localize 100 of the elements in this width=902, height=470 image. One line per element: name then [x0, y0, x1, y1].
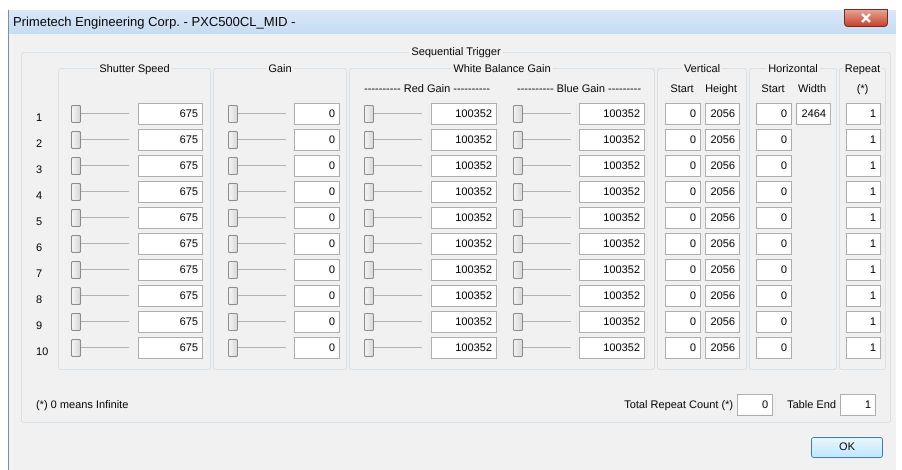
input-field[interactable]: 0 [756, 103, 792, 125]
input-field[interactable]: 0 [294, 181, 340, 203]
close-button[interactable] [844, 9, 888, 27]
input-field[interactable]: 100352 [431, 337, 497, 359]
input-field[interactable]: 675 [138, 181, 203, 203]
slider-track[interactable] [71, 311, 129, 333]
slider-thumb[interactable] [228, 105, 238, 123]
input-field[interactable]: 1 [846, 207, 881, 229]
slider-track[interactable] [513, 259, 571, 281]
slider-thumb[interactable] [513, 183, 523, 201]
slider-thumb[interactable] [513, 287, 523, 305]
slider-thumb[interactable] [513, 131, 523, 149]
input-field[interactable]: 1 [846, 337, 881, 359]
input-field[interactable]: 100352 [579, 233, 645, 255]
slider-track[interactable] [513, 103, 571, 125]
input-field[interactable]: 0 [294, 311, 340, 333]
slider-thumb[interactable] [71, 157, 81, 175]
input-field[interactable]: 0 [665, 259, 701, 281]
slider-track[interactable] [71, 129, 129, 151]
slider-track[interactable] [364, 103, 422, 125]
slider-track[interactable] [71, 181, 129, 203]
slider-thumb[interactable] [71, 105, 81, 123]
input-field[interactable]: 0 [756, 285, 792, 307]
input-field[interactable]: 100352 [579, 259, 645, 281]
input-field[interactable]: 675 [138, 259, 203, 281]
input-field[interactable]: 1 [846, 285, 881, 307]
input-field[interactable]: 2056 [705, 285, 740, 307]
input-field[interactable]: 1 [846, 233, 881, 255]
input-field[interactable]: 100352 [431, 181, 497, 203]
slider-track[interactable] [228, 207, 286, 229]
input-field[interactable]: 0 [294, 285, 340, 307]
slider-track[interactable] [364, 207, 422, 229]
input-field[interactable]: 0 [294, 103, 340, 125]
slider-thumb[interactable] [513, 209, 523, 227]
slider-track[interactable] [364, 311, 422, 333]
input-field[interactable]: 675 [138, 337, 203, 359]
input-field[interactable]: 100352 [431, 207, 497, 229]
slider-thumb[interactable] [228, 183, 238, 201]
slider-thumb[interactable] [228, 261, 238, 279]
input-field[interactable]: 0 [737, 394, 774, 416]
slider-thumb[interactable] [71, 131, 81, 149]
slider-thumb[interactable] [364, 131, 374, 149]
slider-thumb[interactable] [228, 313, 238, 331]
slider-thumb[interactable] [228, 235, 238, 253]
input-field[interactable]: 675 [138, 311, 203, 333]
slider-track[interactable] [513, 181, 571, 203]
slider-thumb[interactable] [71, 313, 81, 331]
input-field[interactable]: 2056 [705, 337, 740, 359]
slider-thumb[interactable] [364, 261, 374, 279]
input-field[interactable]: 100352 [579, 129, 645, 151]
input-field[interactable]: 0 [665, 311, 701, 333]
slider-thumb[interactable] [71, 339, 81, 357]
slider-track[interactable] [71, 259, 129, 281]
slider-track[interactable] [228, 103, 286, 125]
slider-thumb[interactable] [71, 209, 81, 227]
input-field[interactable]: 0 [756, 259, 792, 281]
slider-thumb[interactable] [364, 287, 374, 305]
input-field[interactable]: 0 [294, 129, 340, 151]
slider-track[interactable] [364, 259, 422, 281]
input-field[interactable]: 100352 [579, 103, 645, 125]
input-field[interactable]: 0 [665, 181, 701, 203]
slider-thumb[interactable] [364, 339, 374, 357]
slider-track[interactable] [71, 285, 129, 307]
slider-thumb[interactable] [228, 287, 238, 305]
input-field[interactable]: 0 [756, 337, 792, 359]
slider-track[interactable] [513, 155, 571, 177]
input-field[interactable]: 0 [665, 337, 701, 359]
slider-thumb[interactable] [228, 131, 238, 149]
input-field[interactable]: 675 [138, 285, 203, 307]
slider-thumb[interactable] [513, 105, 523, 123]
slider-thumb[interactable] [364, 235, 374, 253]
input-field[interactable]: 1 [846, 181, 881, 203]
input-field[interactable]: 2056 [705, 311, 740, 333]
input-field[interactable]: 100352 [431, 233, 497, 255]
slider-thumb[interactable] [513, 313, 523, 331]
input-field[interactable]: 1 [846, 311, 881, 333]
slider-track[interactable] [364, 181, 422, 203]
input-field[interactable]: 2056 [705, 155, 740, 177]
input-field[interactable]: 0 [665, 155, 701, 177]
ok-button[interactable]: OK [811, 437, 883, 458]
slider-track[interactable] [228, 337, 286, 359]
input-field[interactable]: 0 [294, 207, 340, 229]
input-field[interactable]: 0 [294, 233, 340, 255]
slider-track[interactable] [228, 285, 286, 307]
slider-track[interactable] [228, 129, 286, 151]
input-field[interactable]: 0 [294, 259, 340, 281]
slider-track[interactable] [228, 181, 286, 203]
slider-track[interactable] [71, 337, 129, 359]
input-field[interactable]: 0 [665, 207, 701, 229]
slider-thumb[interactable] [228, 339, 238, 357]
slider-track[interactable] [228, 155, 286, 177]
slider-track[interactable] [513, 311, 571, 333]
input-field[interactable]: 0 [756, 207, 792, 229]
input-field[interactable]: 100352 [579, 181, 645, 203]
slider-thumb[interactable] [71, 235, 81, 253]
input-field[interactable]: 2056 [705, 103, 740, 125]
slider-track[interactable] [513, 233, 571, 255]
slider-thumb[interactable] [364, 157, 374, 175]
input-field[interactable]: 2056 [705, 207, 740, 229]
input-field[interactable]: 100352 [579, 337, 645, 359]
